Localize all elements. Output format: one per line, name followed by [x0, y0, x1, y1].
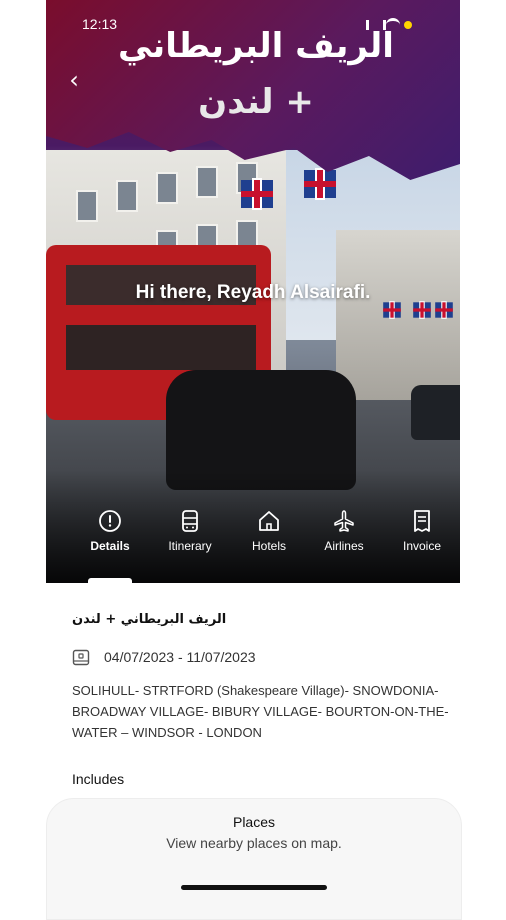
tab-airlines-label: Airlines: [324, 539, 364, 553]
chevron-left-icon: ‹: [69, 66, 79, 94]
places-card[interactable]: Places View nearby places on map.: [46, 798, 462, 920]
trip-dates: 04/07/2023 - 11/07/2023: [104, 649, 256, 665]
app-screen: 12:13 ‹ الريف البريطاني + لندن Hi there,…: [46, 0, 462, 920]
trip-route: SOLIHULL- STRTFORD (Shakespeare Village)…: [72, 683, 449, 740]
includes-heading: Includes: [72, 771, 125, 787]
tab-bar: Details Itinerary Hotels Airlines Invoic…: [46, 505, 460, 583]
tab-details[interactable]: Details: [70, 505, 150, 553]
active-tab-indicator: [88, 578, 132, 583]
hero-banner: 12:13 ‹ الريف البريطاني + لندن Hi there,…: [46, 0, 460, 583]
union-jack-flag: [304, 170, 336, 198]
airplane-icon: [334, 510, 354, 532]
tab-details-label: Details: [90, 539, 130, 553]
tab-airlines[interactable]: Airlines: [304, 505, 384, 553]
back-button[interactable]: ‹: [62, 66, 86, 94]
union-jack-flag: [383, 302, 401, 318]
union-jack-flag: [241, 180, 273, 208]
union-jack-flag: [413, 302, 431, 318]
tab-invoice-label: Invoice: [402, 539, 442, 553]
itinerary-icon: [182, 510, 198, 532]
calendar-icon: [72, 649, 90, 666]
tab-itinerary[interactable]: Itinerary: [150, 505, 230, 553]
places-title: Places: [232, 814, 276, 830]
trip-name: الريف البريطاني + لندن: [72, 612, 227, 627]
places-subtitle: View nearby places on map.: [166, 835, 342, 851]
tab-hotels[interactable]: Hotels: [229, 505, 309, 553]
invoice-icon: [414, 510, 430, 532]
tab-itinerary-label: Itinerary: [168, 539, 212, 553]
home-indicator[interactable]: [181, 885, 327, 890]
union-jack-flag: [435, 302, 453, 318]
info-icon: [99, 510, 121, 532]
home-icon: [259, 511, 279, 531]
tab-hotels-label: Hotels: [251, 539, 286, 553]
hero-title: الريف البريطاني + لندن: [86, 18, 426, 130]
hero-title-line1: الريف البريطاني: [118, 26, 394, 66]
hero-title-line2: + لندن: [198, 82, 314, 122]
tab-invoice[interactable]: Invoice: [382, 505, 460, 553]
greeting-text: Hi there, Reyadh Alsairafi.: [135, 282, 371, 303]
black-car: [411, 385, 460, 440]
